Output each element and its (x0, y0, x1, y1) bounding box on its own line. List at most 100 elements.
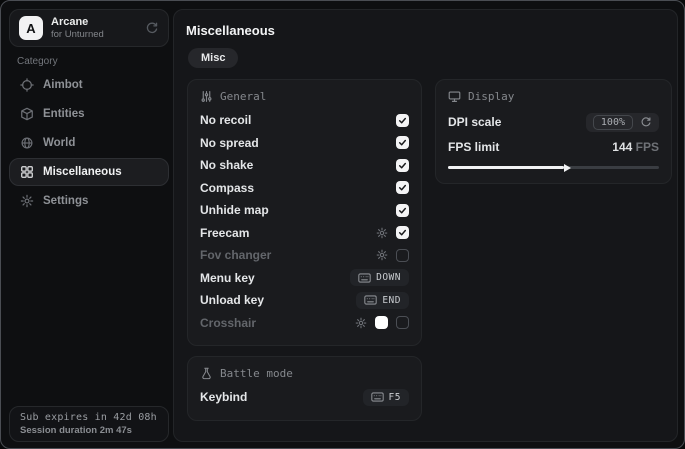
setting-row-unload-key: Unload key END (200, 289, 409, 312)
setting-label: No recoil (200, 113, 251, 127)
sidebar-item-label: Aimbot (43, 79, 83, 91)
app-window: A Arcane for Unturned Category Aimbot (0, 0, 685, 449)
check-icon (398, 138, 407, 147)
freecam-checkbox[interactable] (396, 226, 409, 239)
card-title: Display (468, 90, 514, 103)
setting-row-no-shake: No shake (200, 154, 409, 177)
status-card: Sub expires in 42d 08h Session duration … (9, 406, 169, 442)
check-icon (398, 228, 407, 237)
grid-icon (20, 165, 34, 179)
sidebar-item-miscellaneous[interactable]: Miscellaneous (9, 158, 169, 186)
sidebar-item-aimbot[interactable]: Aimbot (9, 71, 169, 99)
check-icon (398, 206, 407, 215)
globe-icon (20, 136, 34, 150)
setting-row-no-spread: No spread (200, 132, 409, 155)
setting-row-fps-limit: FPS limit 144 FPS (448, 137, 659, 157)
no-shake-checkbox[interactable] (396, 159, 409, 172)
slider-fill (448, 166, 564, 169)
setting-row-fov-changer: Fov changer (200, 244, 409, 267)
main-panel: Miscellaneous Misc General (173, 9, 678, 442)
setting-label: Compass (200, 181, 254, 195)
sidebar-item-label: Settings (43, 195, 88, 207)
reset-icon[interactable] (640, 116, 652, 128)
crosshair-settings-gear-icon[interactable] (355, 317, 367, 329)
setting-label: Crosshair (200, 316, 256, 330)
refresh-icon[interactable] (145, 21, 159, 35)
check-icon (398, 183, 407, 192)
app-logo: A (19, 16, 43, 40)
setting-label: Freecam (200, 226, 249, 240)
setting-label: Unhide map (200, 203, 269, 217)
menu-key-button[interactable]: DOWN (350, 269, 409, 286)
keybind-value: END (382, 295, 401, 306)
unload-key-button[interactable]: END (356, 292, 409, 309)
check-icon (398, 116, 407, 125)
right-column: Display DPI scale 100% (435, 79, 672, 184)
sidebar-item-entities[interactable]: Entities (9, 100, 169, 128)
no-recoil-checkbox[interactable] (396, 114, 409, 127)
session-duration: Session duration 2m 47s (20, 425, 158, 436)
setting-row-crosshair: Crosshair (200, 312, 409, 335)
sidebar-item-settings[interactable]: Settings (9, 187, 169, 215)
fps-unit: FPS (636, 140, 659, 154)
battle-keybind-button[interactable]: F5 (363, 389, 409, 406)
setting-label: No shake (200, 158, 253, 172)
check-icon (398, 161, 407, 170)
keybind-value: DOWN (376, 272, 401, 283)
monitor-icon (448, 90, 461, 103)
gear-icon (20, 194, 34, 208)
card-title: Battle mode (220, 367, 293, 380)
compass-checkbox[interactable] (396, 181, 409, 194)
category-label: Category (17, 56, 58, 67)
battle-card-header: Battle mode (200, 367, 409, 380)
setting-row-freecam: Freecam (200, 222, 409, 245)
content-columns: General No recoil No spread (187, 79, 672, 421)
sliders-icon (200, 90, 213, 103)
freecam-settings-gear-icon[interactable] (376, 227, 388, 239)
keyboard-icon (364, 295, 377, 305)
fov-changer-checkbox[interactable] (396, 249, 409, 262)
general-card-header: General (200, 90, 409, 103)
tab-misc[interactable]: Misc (188, 48, 238, 68)
left-column: General No recoil No spread (187, 79, 422, 421)
sidebar-item-label: Entities (43, 108, 85, 120)
crosshair-color-swatch[interactable] (375, 316, 388, 329)
setting-label: Fov changer (200, 248, 271, 262)
setting-row-dpi-scale: DPI scale 100% (448, 109, 659, 135)
keybind-value: F5 (389, 392, 401, 403)
keyboard-icon (371, 392, 384, 402)
setting-row-keybind: Keybind F5 (200, 386, 409, 409)
setting-row-no-recoil: No recoil (200, 109, 409, 132)
flask-icon (200, 367, 213, 380)
display-card: Display DPI scale 100% (435, 79, 672, 184)
sidebar-nav: Aimbot Entities World (9, 71, 169, 216)
brand-card: A Arcane for Unturned (9, 9, 169, 47)
sidebar-item-world[interactable]: World (9, 129, 169, 157)
setting-row-compass: Compass (200, 177, 409, 200)
setting-row-unhide-map: Unhide map (200, 199, 409, 222)
setting-label: DPI scale (448, 115, 501, 129)
setting-row-menu-key: Menu key DOWN (200, 267, 409, 290)
general-card: General No recoil No spread (187, 79, 422, 346)
crosshair-checkbox[interactable] (396, 316, 409, 329)
crosshair-icon (20, 78, 34, 92)
no-spread-checkbox[interactable] (396, 136, 409, 149)
card-title: General (220, 90, 266, 103)
fps-limit-slider[interactable] (448, 162, 659, 172)
slider-thumb[interactable] (564, 164, 571, 172)
fov-settings-gear-icon[interactable] (376, 249, 388, 261)
sidebar-item-label: World (43, 137, 75, 149)
fps-value: 144 FPS (612, 140, 659, 154)
setting-label: Keybind (200, 390, 247, 404)
brand-subtitle: for Unturned (51, 29, 104, 40)
sidebar-item-label: Miscellaneous (43, 166, 122, 178)
brand-text: Arcane for Unturned (51, 16, 104, 40)
dpi-scale-control[interactable]: 100% (586, 113, 659, 132)
setting-label: Menu key (200, 271, 255, 285)
unhide-map-checkbox[interactable] (396, 204, 409, 217)
cube-icon (20, 107, 34, 121)
subscription-status: Sub expires in 42d 08h (20, 412, 158, 423)
keyboard-icon (358, 273, 371, 283)
dpi-value: 100% (593, 115, 633, 130)
setting-label: No spread (200, 136, 259, 150)
